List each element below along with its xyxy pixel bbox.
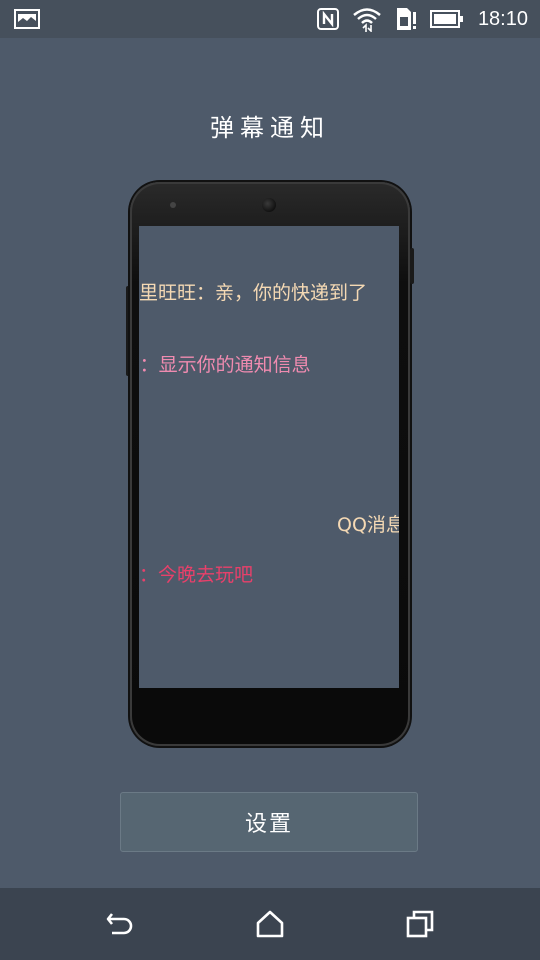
- phone-screen: 里旺旺：亲，你的快递到了 I：显示你的通知信息 QQ消息 ：今晚去玩吧: [139, 226, 399, 688]
- danmaku-message: QQ消息: [337, 514, 399, 536]
- sim-alert-icon: [396, 8, 416, 30]
- nfc-icon: [316, 8, 339, 30]
- back-icon[interactable]: [104, 908, 136, 940]
- image-icon: [14, 9, 40, 29]
- phone-power-button: [410, 248, 414, 284]
- battery-icon: [429, 10, 463, 28]
- status-icons: 18:10: [316, 0, 528, 38]
- home-icon[interactable]: [254, 908, 286, 940]
- wifi-icon: [353, 8, 381, 32]
- phone-sensor: [170, 202, 176, 208]
- phone-camera: [262, 198, 276, 212]
- phone-preview: 里旺旺：亲，你的快递到了 I：显示你的通知信息 QQ消息 ：今晚去玩吧: [126, 180, 418, 750]
- danmaku-message: 里旺旺：亲，你的快递到了: [139, 282, 368, 304]
- status-time: 18:10: [477, 7, 528, 30]
- danmaku-message: ：今晚去玩吧: [139, 564, 254, 586]
- recents-icon[interactable]: [404, 908, 436, 940]
- danmaku-message: I：显示你的通知信息: [139, 354, 311, 376]
- page-title: 弹幕通知: [210, 114, 330, 142]
- navigation-bar: [0, 888, 540, 960]
- settings-button[interactable]: 设置: [120, 792, 418, 852]
- status-bar: 18:10: [0, 0, 540, 38]
